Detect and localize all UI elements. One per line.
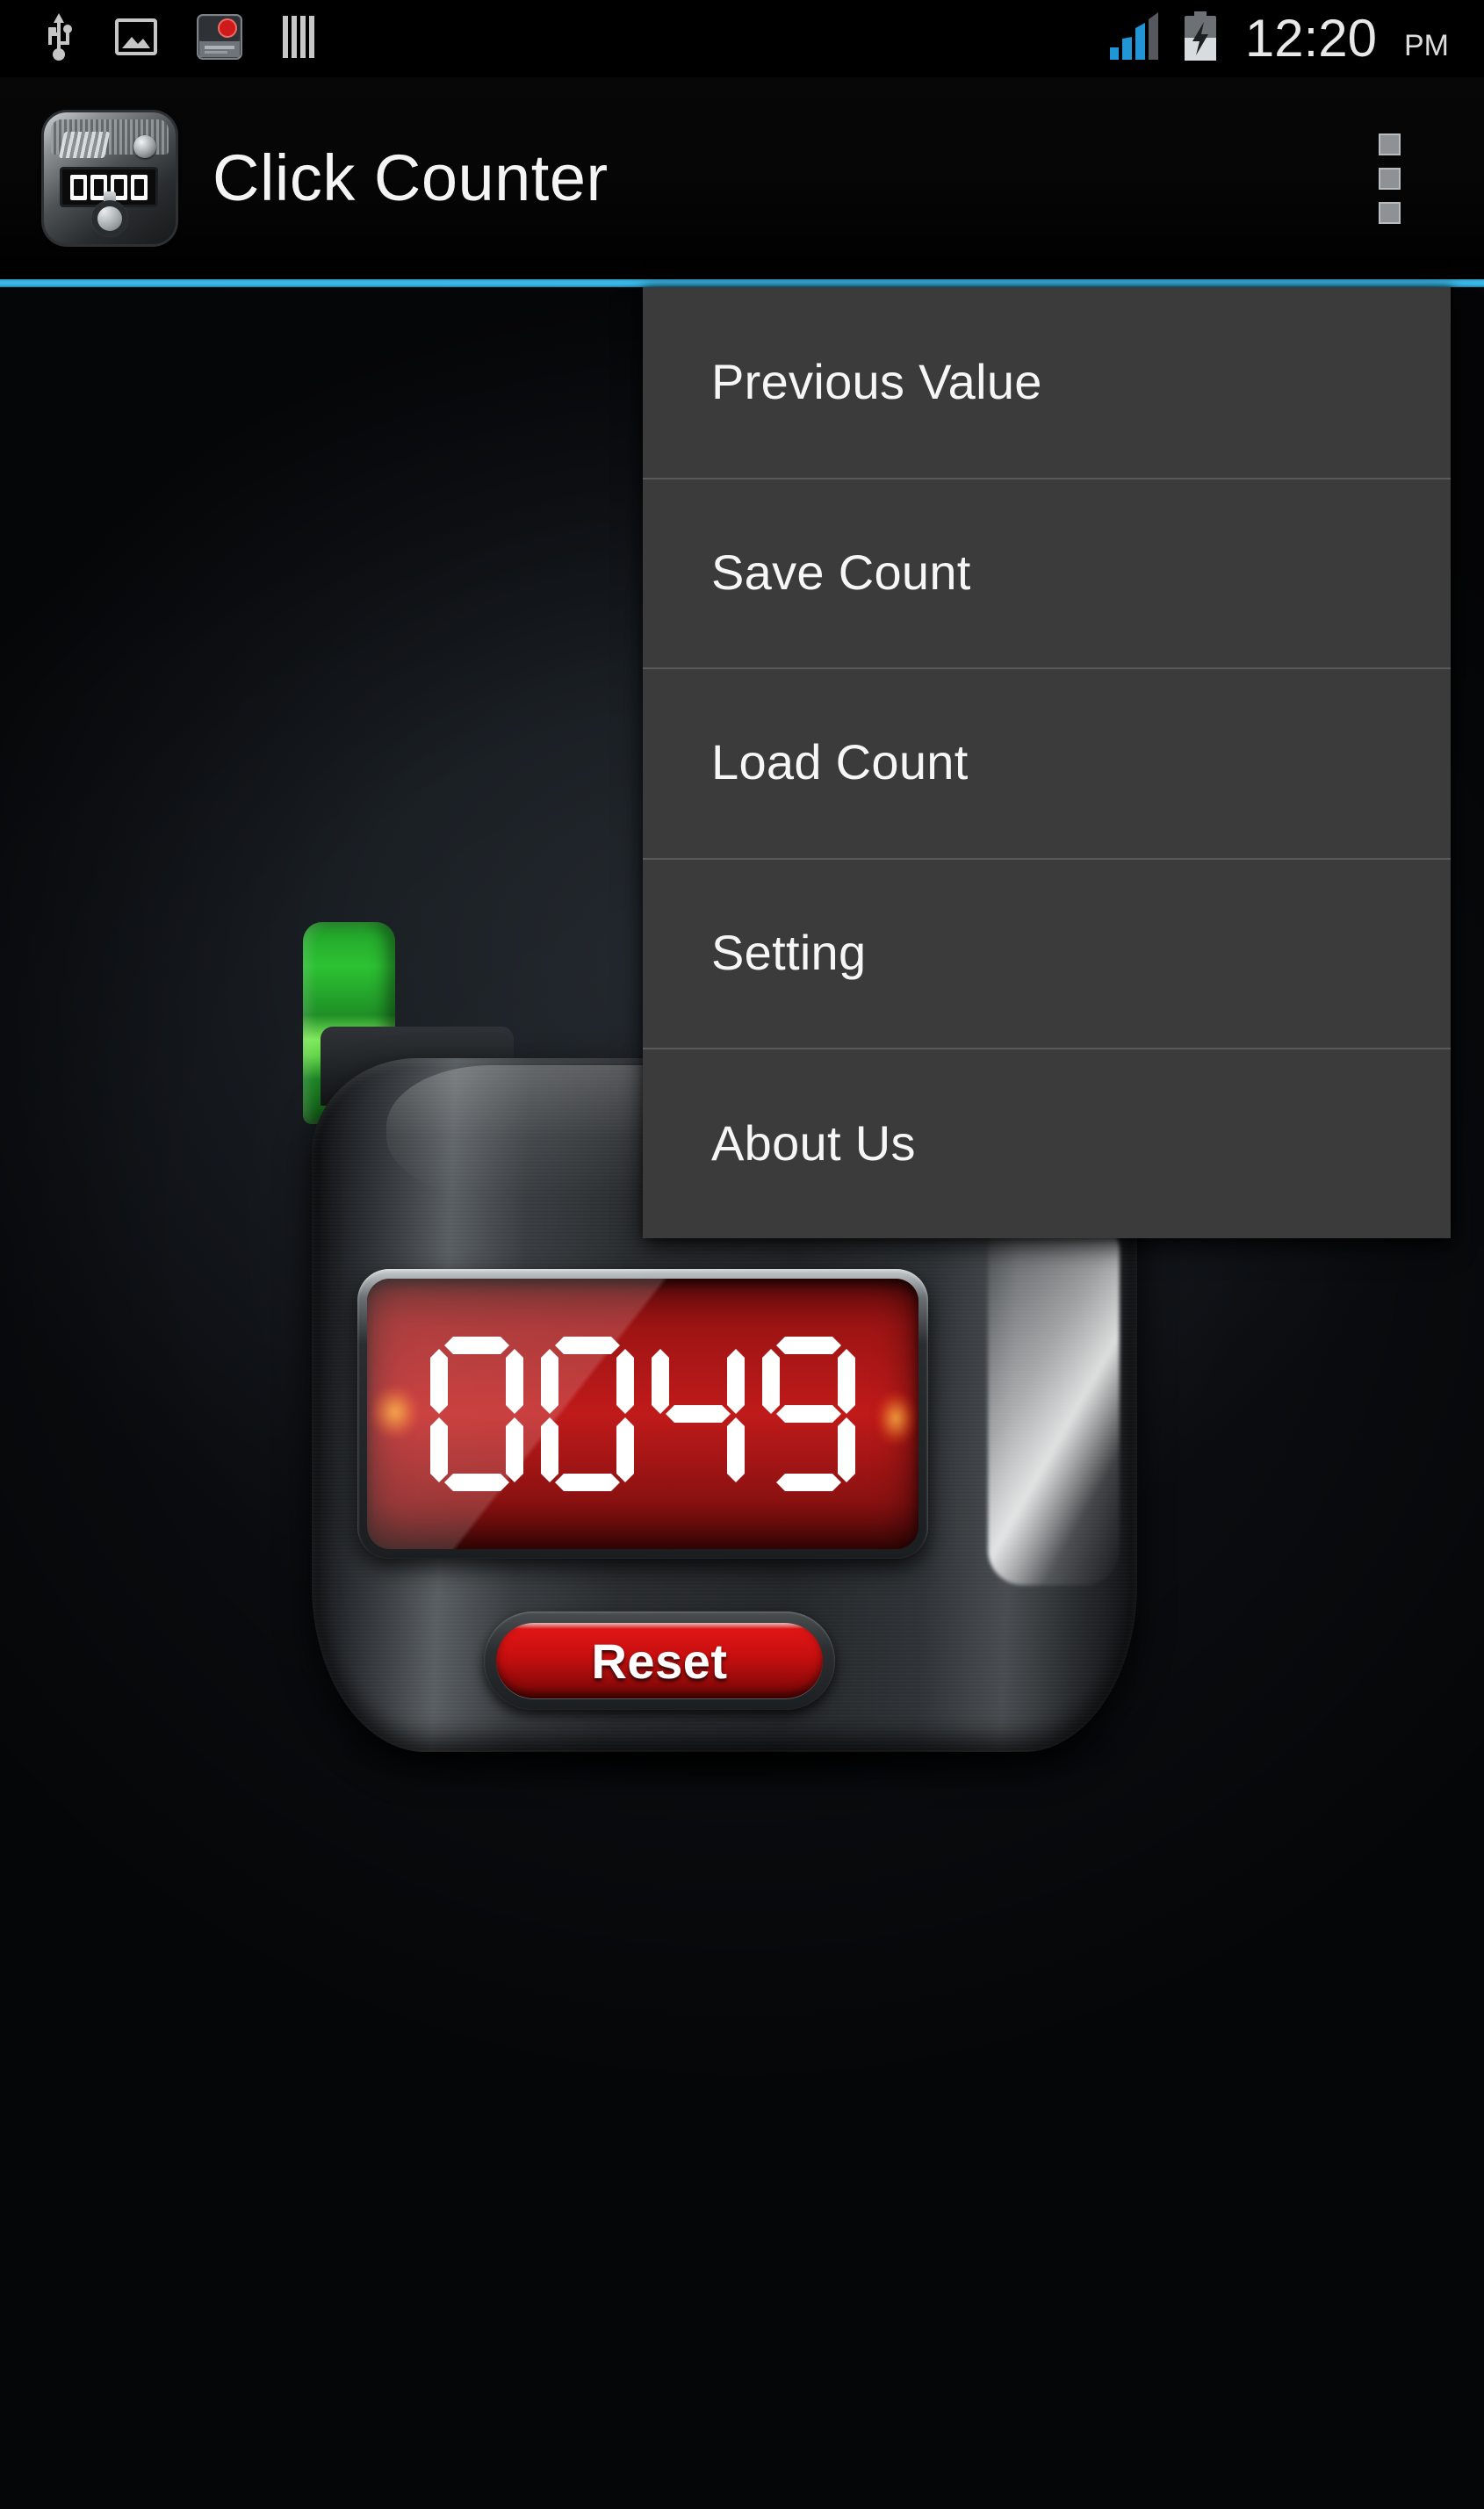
segment-f xyxy=(762,1349,780,1414)
segment-a xyxy=(776,1337,841,1354)
segment-b xyxy=(727,1349,745,1414)
menu-item-about-us[interactable]: About Us xyxy=(643,1048,1451,1238)
segment-d xyxy=(444,1474,509,1491)
seven-segment-digit xyxy=(762,1337,855,1491)
segment-a xyxy=(444,1337,509,1354)
menu-item-label: Setting xyxy=(711,925,867,981)
usb-icon xyxy=(42,11,76,67)
battery-charging-icon xyxy=(1182,11,1219,67)
segment-e xyxy=(541,1417,558,1482)
menu-item-label: Previous Value xyxy=(711,354,1042,410)
screenshot-icon xyxy=(114,15,158,63)
segment-g xyxy=(555,1405,620,1423)
seven-segment-digit xyxy=(541,1337,634,1491)
segment-c xyxy=(506,1417,523,1482)
overflow-dot-icon xyxy=(1378,201,1401,224)
segment-b xyxy=(838,1349,855,1414)
reset-button-label: Reset xyxy=(591,1633,728,1689)
segment-f xyxy=(541,1349,558,1414)
status-bar-left-icons xyxy=(0,11,318,67)
device-side-gloss xyxy=(988,1216,1120,1585)
overflow-dot-icon xyxy=(1378,167,1401,190)
segment-e xyxy=(762,1417,780,1482)
segment-a xyxy=(555,1337,620,1354)
bars-icon xyxy=(281,14,318,64)
segment-c xyxy=(616,1417,634,1482)
display-bezel xyxy=(357,1269,928,1559)
accent-underline xyxy=(0,279,1484,287)
screen-recorder-icon xyxy=(197,13,242,64)
segment-e xyxy=(430,1417,448,1482)
seven-segment-digit xyxy=(430,1337,523,1491)
segment-a xyxy=(666,1337,731,1354)
segment-f xyxy=(430,1349,448,1414)
segment-g xyxy=(776,1405,841,1423)
segment-g xyxy=(666,1405,731,1423)
menu-item-save-count[interactable]: Save Count xyxy=(643,477,1451,668)
segment-e xyxy=(652,1417,669,1482)
page-title: Click Counter xyxy=(213,141,609,214)
overflow-menu-button[interactable] xyxy=(1349,112,1430,244)
segment-c xyxy=(838,1417,855,1482)
action-bar: Click Counter xyxy=(0,77,1484,279)
segment-d xyxy=(776,1474,841,1491)
counter-value-display xyxy=(367,1279,918,1549)
status-bar-right-group: 12:20 PM xyxy=(1108,11,1484,67)
segment-b xyxy=(506,1349,523,1414)
menu-item-label: About Us xyxy=(711,1114,916,1171)
led-display-panel xyxy=(367,1279,918,1549)
menu-item-previous-value[interactable]: Previous Value xyxy=(643,287,1451,478)
status-bar-clock-ampm: PM xyxy=(1404,29,1449,62)
segment-c xyxy=(727,1417,745,1482)
reset-button-face: Reset xyxy=(496,1623,823,1698)
menu-item-label: Load Count xyxy=(711,734,969,790)
segment-b xyxy=(616,1349,634,1414)
overflow-menu-popup[interactable]: Previous Value Save Count Load Count Set… xyxy=(643,287,1451,1238)
reset-button[interactable]: Reset xyxy=(484,1611,835,1710)
segment-f xyxy=(652,1349,669,1414)
segment-g xyxy=(444,1405,509,1423)
status-bar-clock: 12:20 xyxy=(1244,9,1377,68)
signal-bars-icon xyxy=(1108,11,1163,66)
seven-segment-digit xyxy=(652,1337,745,1491)
segment-d xyxy=(666,1474,731,1491)
status-bar[interactable]: 12:20 PM xyxy=(0,0,1484,77)
click-counter-app-icon xyxy=(44,112,176,244)
menu-item-load-count[interactable]: Load Count xyxy=(643,667,1451,858)
menu-item-label: Save Count xyxy=(711,544,971,600)
menu-item-setting[interactable]: Setting xyxy=(643,857,1451,1049)
overflow-dot-icon xyxy=(1378,133,1401,155)
segment-d xyxy=(555,1474,620,1491)
